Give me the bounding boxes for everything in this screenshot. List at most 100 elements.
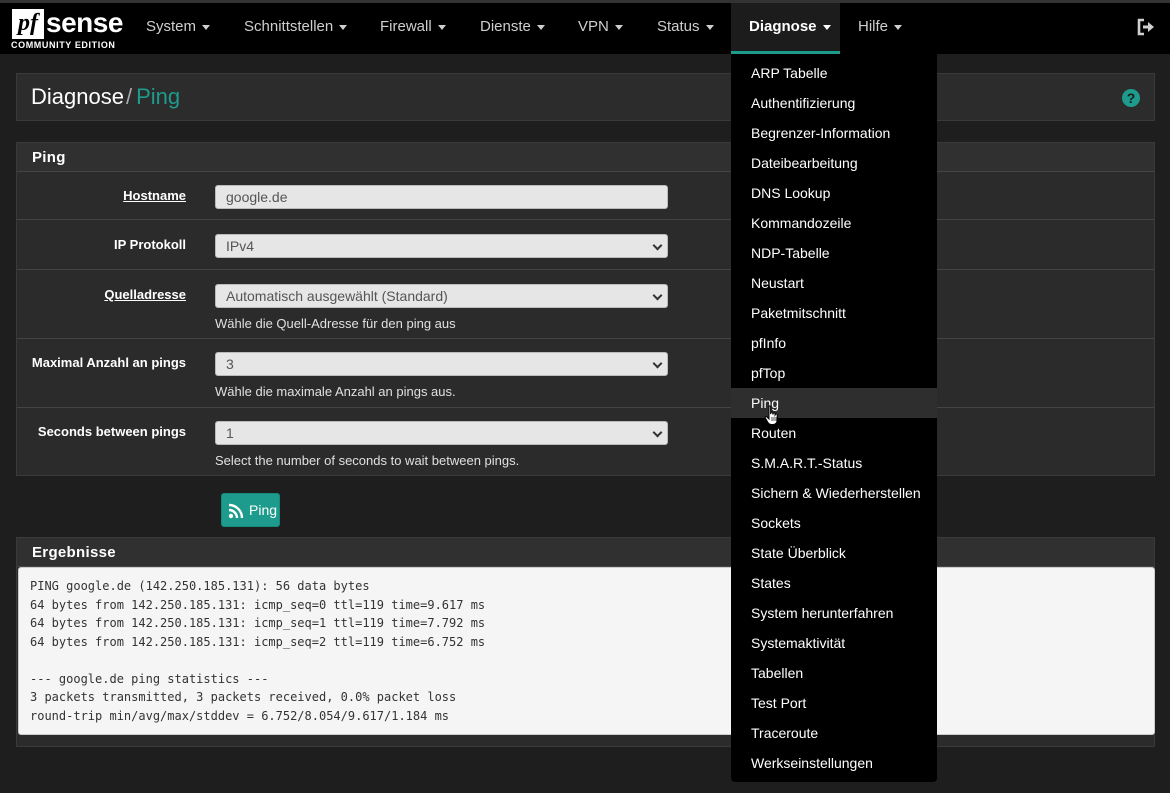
nav-status-label: Status: [657, 18, 700, 35]
chevron-down-icon: [652, 240, 663, 251]
top-navbar: pf sense COMMUNITY EDITION System Schnit…: [0, 0, 1170, 54]
caret-down-icon: [705, 24, 714, 30]
rss-icon: [228, 503, 244, 519]
max-pings-select[interactable]: 3: [215, 352, 668, 376]
menu-item-ndp-table[interactable]: NDP-Tabelle: [731, 238, 937, 268]
interval-select[interactable]: 1: [215, 421, 668, 445]
nav-interfaces-label: Schnittstellen: [244, 18, 334, 35]
nav-system[interactable]: System: [146, 3, 211, 54]
output-line: 64 bytes from 142.250.185.131: icmp_seq=…: [30, 597, 486, 612]
source-address-help: Wähle die Quell-Adresse für den ping aus: [215, 316, 456, 331]
max-pings-row: Maximal Anzahl an pings 3 Wähle die maxi…: [17, 339, 1154, 408]
caret-down-icon: [339, 24, 348, 30]
nav-services-label: Dienste: [480, 18, 531, 35]
caret-down-icon: [894, 24, 903, 30]
interval-label: Seconds between pings: [37, 424, 186, 439]
ip-protocol-select[interactable]: IPv4: [215, 234, 668, 258]
caret-down-icon: [202, 24, 211, 30]
menu-item-system-activity[interactable]: Systemaktivität: [731, 628, 937, 658]
menu-item-pftop[interactable]: pfTop: [731, 358, 937, 388]
logo-sense: sense: [46, 7, 123, 38]
logo-pf: pf: [12, 9, 44, 39]
ping-button-label: Ping: [249, 502, 278, 518]
menu-item-test-port[interactable]: Test Port: [731, 688, 937, 718]
menu-item-tables[interactable]: Tabellen: [731, 658, 937, 688]
breadcrumb: Diagnose/Ping ?: [16, 73, 1155, 121]
max-pings-help: Wähle die maximale Anzahl an pings aus.: [215, 384, 456, 399]
menu-item-reboot[interactable]: Neustart: [731, 268, 937, 298]
menu-item-backup-restore[interactable]: Sichern & Wiederherstellen: [731, 478, 937, 508]
nav-diagnostics[interactable]: Diagnose: [731, 3, 840, 54]
nav-help[interactable]: Hilfe: [858, 3, 903, 54]
output-line: PING google.de (142.250.185.131): 56 dat…: [30, 579, 370, 593]
breadcrumb-current[interactable]: Ping: [136, 84, 180, 109]
nav-vpn[interactable]: VPN: [578, 3, 623, 54]
output-line: round-trip min/avg/max/stddev = 6.752/8.…: [30, 708, 450, 723]
hand-pointer-icon: [764, 405, 778, 425]
output-line: 64 bytes from 142.250.185.131: icmp_seq=…: [30, 634, 486, 649]
caret-down-icon: [614, 24, 623, 30]
ping-panel-title: Ping: [17, 143, 1154, 172]
source-address-select[interactable]: Automatisch ausgewählt (Standard): [215, 284, 668, 308]
ip-protocol-value: IPv4: [226, 238, 255, 254]
breadcrumb-parent[interactable]: Diagnose: [31, 84, 124, 109]
source-address-value: Automatisch ausgewählt (Standard): [226, 288, 448, 304]
chevron-down-icon: [652, 358, 663, 369]
menu-item-limiter-info[interactable]: Begrenzer-Information: [731, 118, 937, 148]
breadcrumb-separator: /: [125, 84, 133, 109]
menu-item-command-prompt[interactable]: Kommandozeile: [731, 208, 937, 238]
hostname-row: Hostname google.de: [17, 172, 1154, 220]
menu-item-sockets[interactable]: Sockets: [731, 508, 937, 538]
ip-protocol-label: IP Protokoll: [114, 237, 186, 252]
menu-item-states-summary[interactable]: State Überblick: [731, 538, 937, 568]
ping-output: PING google.de (142.250.185.131): 56 dat…: [18, 567, 1155, 735]
interval-help: Select the number of seconds to wait bet…: [215, 453, 520, 468]
hostname-label[interactable]: Hostname: [123, 188, 186, 203]
ip-protocol-row: IP Protokoll IPv4: [17, 220, 1154, 270]
nav-services[interactable]: Dienste: [480, 3, 545, 54]
nav-interfaces[interactable]: Schnittstellen: [244, 3, 348, 54]
menu-item-packet-capture[interactable]: Paketmitschnitt: [731, 298, 937, 328]
menu-item-factory-defaults[interactable]: Werkseinstellungen: [731, 748, 937, 778]
nav-firewall-label: Firewall: [380, 18, 432, 35]
results-title: Ergebnisse: [17, 538, 1154, 567]
menu-item-halt-system[interactable]: System herunterfahren: [731, 598, 937, 628]
nav-firewall[interactable]: Firewall: [380, 3, 446, 54]
menu-item-dns-lookup[interactable]: DNS Lookup: [731, 178, 937, 208]
interval-value: 1: [226, 425, 234, 441]
nav-vpn-label: VPN: [578, 18, 609, 35]
menu-item-authentication[interactable]: Authentifizierung: [731, 88, 937, 118]
menu-item-routes[interactable]: Routen: [731, 418, 937, 448]
menu-item-pfinfo[interactable]: pfInfo: [731, 328, 937, 358]
menu-item-ping[interactable]: Ping: [731, 388, 937, 418]
menu-item-smart-status[interactable]: S.M.A.R.T.-Status: [731, 448, 937, 478]
hostname-input[interactable]: google.de: [215, 185, 668, 209]
nav-system-label: System: [146, 18, 197, 35]
ping-button[interactable]: Ping: [221, 493, 280, 527]
caret-down-icon: [536, 24, 545, 30]
chevron-down-icon: [652, 427, 663, 438]
sign-out-icon[interactable]: [1136, 17, 1156, 37]
logo-edition: COMMUNITY EDITION: [11, 40, 116, 50]
menu-item-edit-file[interactable]: Dateibearbeitung: [731, 148, 937, 178]
source-address-row: Quelladresse Automatisch ausgewählt (Sta…: [17, 270, 1154, 339]
diagnostics-dropdown-menu: ARP Tabelle Authentifizierung Begrenzer-…: [731, 54, 937, 782]
max-pings-label: Maximal Anzahl an pings: [31, 355, 186, 370]
menu-item-states[interactable]: States: [731, 568, 937, 598]
output-line: --- google.de ping statistics ---: [30, 671, 269, 686]
output-line: 64 bytes from 142.250.185.131: icmp_seq=…: [30, 616, 486, 630]
source-address-label[interactable]: Quelladresse: [104, 287, 186, 302]
nav-status[interactable]: Status: [657, 3, 714, 54]
ping-panel: Ping Hostname google.de IP Protokoll IPv…: [16, 142, 1155, 476]
results-panel: Ergebnisse PING google.de (142.250.185.1…: [16, 537, 1155, 747]
caret-down-icon: [822, 24, 831, 30]
nav-help-label: Hilfe: [858, 18, 889, 35]
caret-down-icon: [437, 24, 446, 30]
question-circle-icon[interactable]: ?: [1122, 89, 1140, 107]
menu-item-arp-table[interactable]: ARP Tabelle: [731, 58, 937, 88]
nav-diagnostics-label: Diagnose: [749, 18, 817, 35]
pfsense-logo[interactable]: pf sense COMMUNITY EDITION: [10, 7, 123, 51]
menu-item-traceroute[interactable]: Traceroute: [731, 718, 937, 748]
interval-row: Seconds between pings 1 Select the numbe…: [17, 408, 1154, 476]
